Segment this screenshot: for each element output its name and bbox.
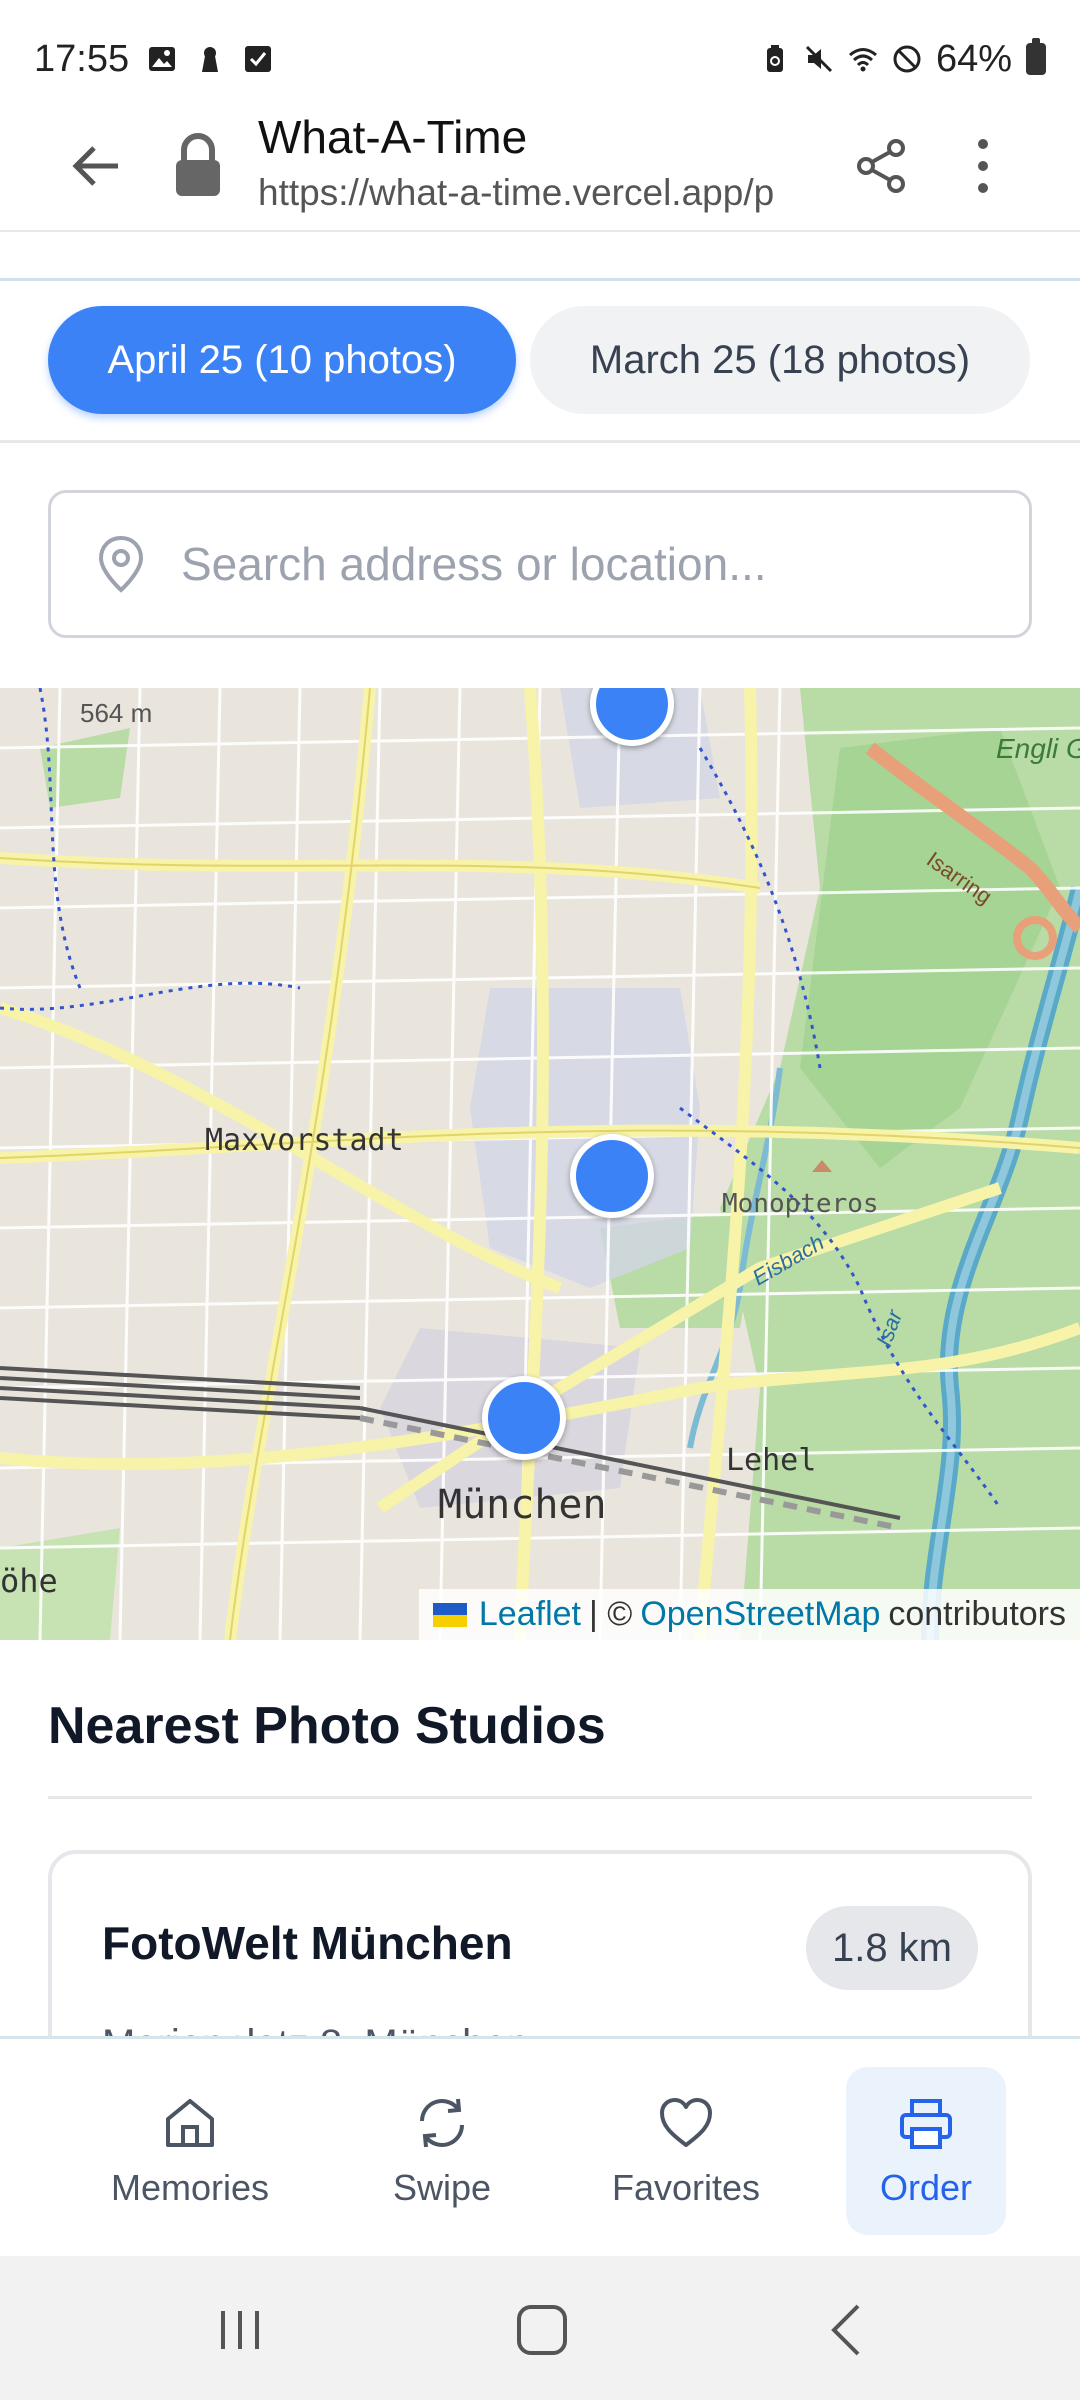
refresh-icon <box>420 2098 464 2148</box>
keyhole-icon <box>202 47 219 72</box>
leaflet-link[interactable]: Leaflet <box>479 1595 581 1634</box>
site-url[interactable]: https://what-a-time.vercel.app/p <box>258 172 806 214</box>
chevron-left-icon <box>831 2304 860 2356</box>
map-attribution: Leaflet | © OpenStreetMap contributors <box>418 1589 1080 1640</box>
location-pin-icon <box>98 535 144 593</box>
photo-marker[interactable] <box>482 1376 566 1460</box>
status-right: 64% <box>760 38 1046 81</box>
map-label-lehel: Lehel <box>726 1443 816 1478</box>
battery-saver-icon <box>766 45 783 72</box>
more-options-button[interactable] <box>948 126 1018 206</box>
header-divider <box>0 278 1080 281</box>
heart-icon <box>660 2098 712 2147</box>
tab-march[interactable]: March 25 (18 photos) <box>530 306 1030 414</box>
nav-swipe[interactable]: Swipe <box>362 2067 522 2235</box>
system-back-button[interactable] <box>806 2300 886 2360</box>
osm-link[interactable]: OpenStreetMap <box>640 1595 880 1634</box>
browser-toolbar: What-A-Time https://what-a-time.vercel.a… <box>0 100 1080 232</box>
status-left: 17:55 <box>34 38 273 81</box>
nav-label: Swipe <box>392 2167 492 2208</box>
attribution-contributors: contributors <box>888 1595 1066 1633</box>
nav-favorites[interactable]: Favorites <box>606 2067 766 2235</box>
map-tiles: 564 m Maxvorstadt München Lehel Monopter… <box>0 688 1080 1640</box>
map-label-monopteros: Monopteros <box>722 1189 879 1219</box>
back-button[interactable] <box>58 128 134 204</box>
system-nav-bar <box>0 2256 1080 2400</box>
battery-icon <box>1026 38 1046 75</box>
section-divider <box>48 1796 1032 1799</box>
studio-name: FotoWelt München <box>102 1917 513 1969</box>
arrow-left-icon <box>72 146 118 186</box>
more-vertical-icon <box>978 139 988 193</box>
bottom-nav: Memories Swipe Favorites Order <box>0 2036 1080 2256</box>
map-label-elevation: 564 m <box>80 698 152 728</box>
search-box[interactable] <box>48 490 1032 638</box>
nav-label: Memories <box>110 2167 270 2208</box>
map-label-maxvorstadt: Maxvorstadt <box>205 1123 404 1158</box>
nav-order[interactable]: Order <box>846 2067 1006 2235</box>
status-time: 17:55 <box>34 37 130 80</box>
section-title: Nearest Photo Studios <box>48 1697 606 1755</box>
recents-icon <box>221 2311 259 2349</box>
site-title[interactable]: What-A-Time <box>258 110 527 164</box>
printer-icon <box>900 2099 952 2149</box>
home-square-icon <box>517 2305 567 2355</box>
distance-badge: 1.8 km <box>805 1906 978 1990</box>
photo-marker[interactable] <box>570 1134 654 1218</box>
lock-icon[interactable] <box>168 130 228 200</box>
home-icon <box>166 2099 214 2147</box>
attribution-separator: | © <box>588 1595 633 1633</box>
home-button[interactable] <box>502 2300 582 2360</box>
tab-april[interactable]: April 25 (10 photos) <box>48 306 516 414</box>
nav-memories[interactable]: Memories <box>110 2067 270 2235</box>
mute-icon <box>805 45 832 73</box>
image-icon <box>149 47 176 71</box>
map[interactable]: 564 m Maxvorstadt München Lehel Monopter… <box>0 688 1080 1640</box>
search-input[interactable] <box>181 537 981 591</box>
map-label-english-garden: Engli Gar <box>996 733 1080 764</box>
map-label-ohe: öhe <box>0 1562 58 1600</box>
map-label-munchen: München <box>438 1482 607 1528</box>
nav-label: Order <box>879 2167 973 2208</box>
ukraine-flag-icon <box>432 1602 467 1627</box>
share-icon <box>857 139 905 193</box>
tabs-divider <box>0 440 1080 443</box>
nav-label: Favorites <box>611 2167 761 2208</box>
wifi-icon <box>848 48 877 72</box>
checkbox-icon <box>245 46 272 72</box>
do-not-disturb-icon <box>893 45 921 73</box>
battery-percent: 64% <box>935 37 1012 80</box>
recents-button[interactable] <box>200 2300 280 2360</box>
share-button[interactable] <box>842 126 922 206</box>
